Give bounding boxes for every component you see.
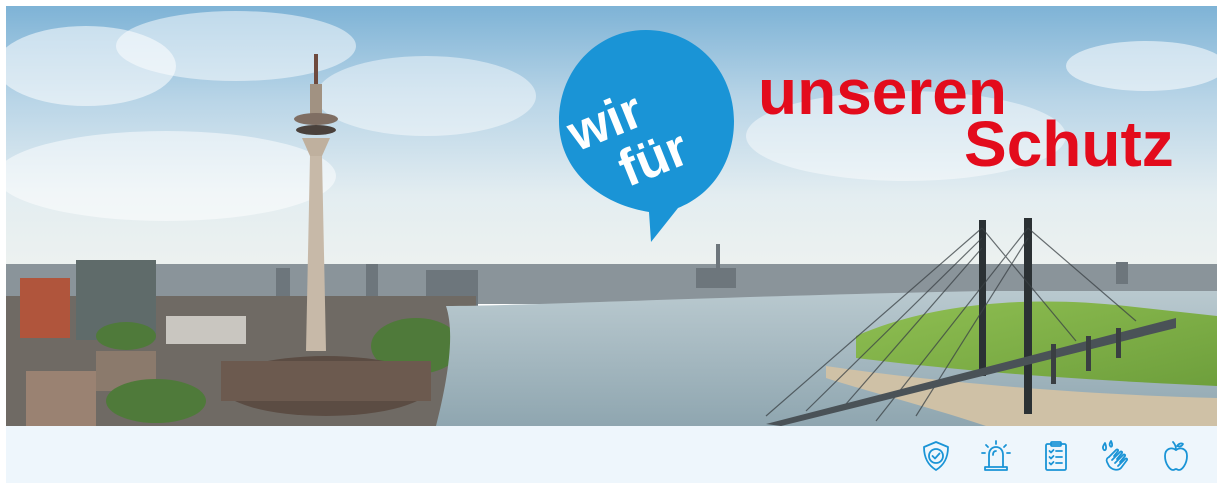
apple-icon[interactable] [1157, 437, 1195, 475]
icon-row [917, 436, 1195, 476]
hero-banner: wir für unseren Schutz [6, 6, 1217, 426]
hero-illustration: wir für unseren Schutz [6, 6, 1217, 426]
headline-line-2: Schutz [964, 108, 1174, 180]
clipboard-checklist-icon[interactable] [1037, 437, 1075, 475]
shield-check-icon[interactable] [917, 437, 955, 475]
icon-toolbar [6, 426, 1217, 483]
page: wir für unseren Schutz [0, 0, 1220, 483]
siren-icon[interactable] [977, 437, 1015, 475]
hand-washing-icon[interactable] [1097, 437, 1135, 475]
